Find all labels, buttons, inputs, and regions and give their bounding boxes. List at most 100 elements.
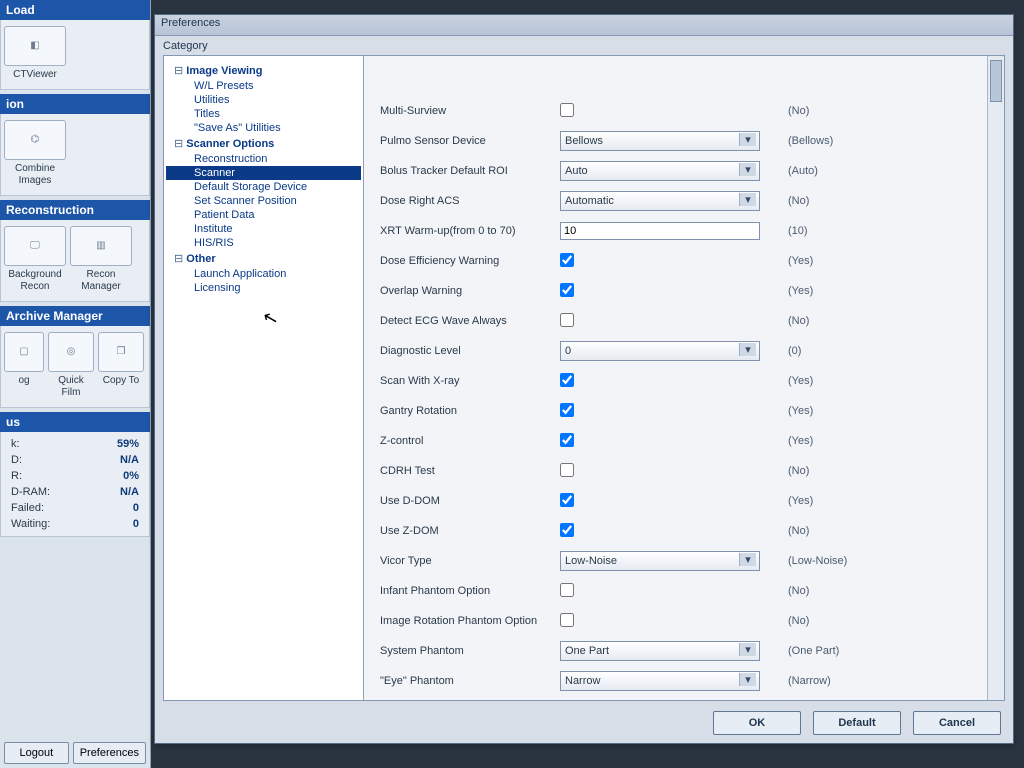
setting-select[interactable]: Low-Noise xyxy=(560,551,760,571)
tile-recon-mgr[interactable]: ▥ Recon Manager xyxy=(70,226,132,293)
stat-row: D-RAM:N/A xyxy=(3,484,147,500)
tree-item[interactable]: Reconstruction xyxy=(166,152,361,166)
stat-row: D:N/A xyxy=(3,452,147,468)
tree-item[interactable]: Licensing xyxy=(166,281,361,295)
setting-row: Image Rotation Phantom Option(No) xyxy=(364,606,986,636)
tile-label: Recon Manager xyxy=(70,269,132,293)
setting-row: XRT Warm-up(from 0 to 70)(10) xyxy=(364,216,986,246)
setting-label: Z-control xyxy=(380,435,560,447)
tree-item[interactable]: Launch Application xyxy=(166,267,361,281)
tree-item[interactable]: Titles xyxy=(166,107,361,121)
setting-checkbox[interactable] xyxy=(560,313,574,327)
setting-select[interactable]: Narrow xyxy=(560,671,760,691)
setting-label: Vicor Type xyxy=(380,555,560,567)
tree-item[interactable]: Utilities xyxy=(166,93,361,107)
setting-text[interactable] xyxy=(560,222,760,240)
ok-button[interactable]: OK xyxy=(713,711,801,735)
default-button[interactable]: Default xyxy=(813,711,901,735)
tree-item[interactable]: Default Storage Device xyxy=(166,180,361,194)
tree-item[interactable]: Institute xyxy=(166,222,361,236)
setting-default-hint: (No) xyxy=(780,105,890,117)
stack-icon: ▥ xyxy=(70,226,132,266)
setting-row: Diagnostic Level0(0) xyxy=(364,336,986,366)
tree-item[interactable]: W/L Presets xyxy=(166,79,361,93)
setting-checkbox[interactable] xyxy=(560,373,574,387)
setting-select[interactable]: Automatic xyxy=(560,191,760,211)
setting-select[interactable]: Bellows xyxy=(560,131,760,151)
setting-default-hint: (No) xyxy=(780,315,890,327)
tile-label: Combine Images xyxy=(4,163,66,187)
tile-a[interactable]: ▢ og xyxy=(4,332,44,399)
setting-checkbox[interactable] xyxy=(560,463,574,477)
setting-row: Multi-Surview (No) xyxy=(364,96,986,126)
cancel-button[interactable]: Cancel xyxy=(913,711,1001,735)
tile-label: og xyxy=(4,375,44,387)
tile-ctviewer[interactable]: ◧ CTViewer xyxy=(4,26,66,81)
setting-default-hint: (No) xyxy=(780,585,890,597)
camera-icon: ◎ xyxy=(48,332,94,372)
dialog-title: Preferences xyxy=(155,15,1013,36)
palette-title-archive: Archive Manager xyxy=(0,306,150,326)
setting-select[interactable]: Auto xyxy=(560,161,760,181)
setting-checkbox[interactable] xyxy=(560,283,574,297)
setting-checkbox[interactable] xyxy=(560,523,574,537)
setting-default-hint: (No) xyxy=(780,195,890,207)
setting-label: Multi-Surview xyxy=(380,105,560,117)
setting-default-hint: (10) xyxy=(780,225,890,237)
tree-group[interactable]: Image Viewing xyxy=(166,62,361,79)
setting-row: Bolus Tracker Default ROIAuto(Auto) xyxy=(364,156,986,186)
tile-copy-to[interactable]: ❐ Copy To xyxy=(98,332,144,399)
setting-checkbox[interactable] xyxy=(560,583,574,597)
doc-stack-icon: ❐ xyxy=(98,332,144,372)
setting-checkbox[interactable] xyxy=(560,613,574,627)
setting-select[interactable]: One Part xyxy=(560,641,760,661)
setting-select[interactable]: 0 xyxy=(560,341,760,361)
setting-default-hint: (No) xyxy=(780,615,890,627)
tile-label: Background Recon xyxy=(4,269,66,293)
doc-icon: ▢ xyxy=(4,332,44,372)
category-label: Category xyxy=(155,36,1013,52)
preferences-button[interactable]: Preferences xyxy=(73,742,146,764)
tile-combine-images[interactable]: ⌬ Combine Images xyxy=(4,120,66,187)
tree-group[interactable]: Scanner Options xyxy=(166,135,361,152)
setting-checkbox[interactable] xyxy=(560,493,574,507)
setting-label: Bolus Tracker Default ROI xyxy=(380,165,560,177)
tile-label: Quick Film xyxy=(48,375,94,399)
setting-default-hint: (No) xyxy=(780,465,890,477)
setting-row: Z-control(Yes) xyxy=(364,426,986,456)
setting-default-hint: (No) xyxy=(780,525,890,537)
setting-checkbox[interactable] xyxy=(560,103,574,117)
tree-item[interactable]: HIS/RIS xyxy=(166,236,361,250)
palette-title-recon: Reconstruction xyxy=(0,200,150,220)
setting-row: Gantry Rotation(Yes) xyxy=(364,396,986,426)
tree-item[interactable]: Patient Data xyxy=(166,208,361,222)
setting-label: Overlap Warning xyxy=(380,285,560,297)
setting-checkbox[interactable] xyxy=(560,253,574,267)
tile-bg-recon[interactable]: 🖵 Background Recon xyxy=(4,226,66,293)
stat-row: k:59% xyxy=(3,436,147,452)
category-tree[interactable]: Image ViewingW/L PresetsUtilitiesTitles"… xyxy=(164,56,364,700)
setting-row: Detect ECG Wave Always(No) xyxy=(364,306,986,336)
tile-label: CTViewer xyxy=(4,69,66,81)
tile-quick-film[interactable]: ◎ Quick Film xyxy=(48,332,94,399)
setting-checkbox[interactable] xyxy=(560,403,574,417)
setting-row: System PhantomOne Part(One Part) xyxy=(364,636,986,666)
scrollbar-thumb[interactable] xyxy=(990,60,1002,102)
setting-row: Pulmo Sensor DeviceBellows(Bellows) xyxy=(364,126,986,156)
tree-group[interactable]: Other xyxy=(166,250,361,267)
logout-button[interactable]: Logout xyxy=(4,742,69,764)
tree-item[interactable]: Scanner xyxy=(166,166,361,180)
setting-row: Overlap Warning (Yes) xyxy=(364,276,986,306)
setting-checkbox[interactable] xyxy=(560,433,574,447)
setting-label: Gantry Rotation xyxy=(380,405,560,417)
setting-default-hint: (Yes) xyxy=(780,285,890,297)
tree-item[interactable]: "Save As" Utilities xyxy=(166,121,361,135)
scrollbar[interactable] xyxy=(987,56,1004,700)
setting-label: Pulmo Sensor Device xyxy=(380,135,560,147)
tree-item[interactable]: Set Scanner Position xyxy=(166,194,361,208)
setting-default-hint: (Narrow) xyxy=(780,675,890,687)
monitor-icon: 🖵 xyxy=(4,226,66,266)
setting-label: Dose Efficiency Warning xyxy=(380,255,560,267)
setting-label: "Eye" Phantom xyxy=(380,675,560,687)
stat-row: Waiting:0 xyxy=(3,516,147,532)
